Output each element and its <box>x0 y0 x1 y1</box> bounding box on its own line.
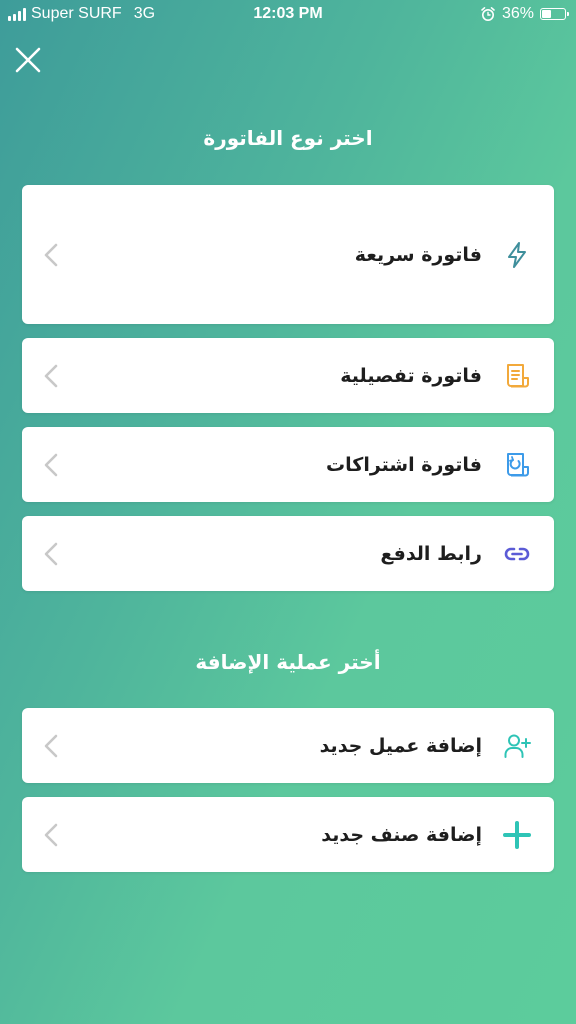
add-option-new-customer[interactable]: إضافة عميل جديد <box>22 708 554 783</box>
invoice-option-label: رابط الدفع <box>380 542 482 565</box>
add-user-icon <box>504 734 531 758</box>
invoice-type-title: اختر نوع الفاتورة <box>203 126 373 150</box>
invoice-option-label: فاتورة سريعة <box>354 243 482 266</box>
invoice-option-payment-link[interactable]: رابط الدفع <box>22 516 554 591</box>
status-bar: Super SURF 3G 12:03 PM 36% <box>0 0 576 30</box>
lightning-icon <box>508 241 526 268</box>
battery-icon <box>540 8 569 20</box>
chevron-left-icon <box>44 243 58 266</box>
invoice-option-label: فاتورة اشتراكات <box>326 453 482 476</box>
add-option-label: إضافة صنف جديد <box>321 823 482 846</box>
chevron-left-icon <box>44 823 58 846</box>
subscription-invoice-icon <box>507 452 529 476</box>
invoice-option-subscriptions[interactable]: فاتورة اشتراكات <box>22 427 554 502</box>
close-icon <box>15 47 41 73</box>
battery-fill <box>542 10 551 18</box>
status-right: 36% <box>480 5 569 23</box>
chevron-left-icon <box>44 734 58 757</box>
invoice-option-detailed[interactable]: فاتورة تفصيلية <box>22 338 554 413</box>
receipt-icon <box>507 363 529 387</box>
add-option-label: إضافة عميل جديد <box>319 734 482 757</box>
add-option-new-item[interactable]: إضافة صنف جديد <box>22 797 554 872</box>
chevron-left-icon <box>44 542 58 565</box>
link-icon <box>504 547 530 560</box>
chevron-left-icon <box>44 453 58 476</box>
battery-percent: 36% <box>501 5 534 22</box>
invoice-option-quick[interactable]: فاتورة سريعة <box>22 185 554 324</box>
add-operation-title: أختر عملية الإضافة <box>195 650 381 674</box>
close-button[interactable] <box>12 44 44 76</box>
plus-icon <box>503 820 531 849</box>
alarm-icon <box>481 7 495 21</box>
chevron-left-icon <box>44 364 58 387</box>
invoice-option-label: فاتورة تفصيلية <box>340 364 482 387</box>
